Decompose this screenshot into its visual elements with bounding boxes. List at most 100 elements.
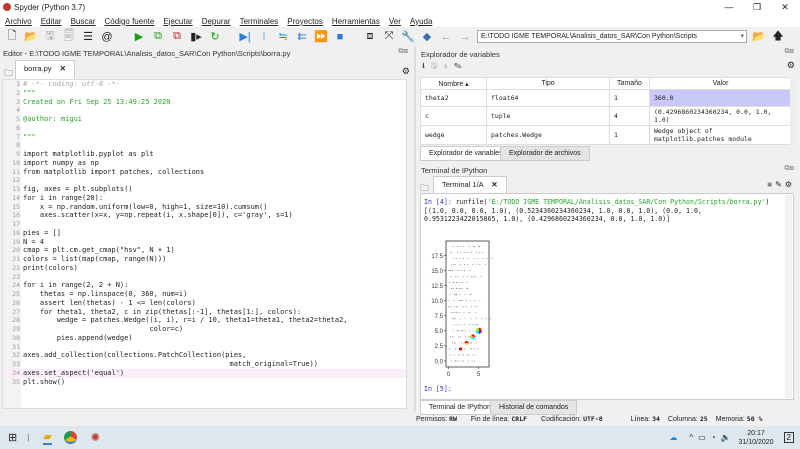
wifi-icon[interactable]: ◔ bbox=[711, 433, 716, 442]
scrollbar[interactable] bbox=[790, 77, 797, 145]
step-return-icon[interactable]: ⇇ bbox=[295, 30, 309, 43]
menu-editar[interactable]: Editar bbox=[41, 17, 62, 26]
gear-icon[interactable]: ⚙ bbox=[402, 66, 410, 77]
menu-codigo-fuente[interactable]: Código fuente bbox=[105, 17, 155, 26]
close-button[interactable]: ✕ bbox=[772, 0, 798, 15]
stop-icon[interactable]: ■ bbox=[767, 180, 775, 189]
save-as-icon[interactable]: ↯ bbox=[444, 61, 454, 70]
menu-ver[interactable]: Ver bbox=[389, 17, 401, 26]
menu-ayuda[interactable]: Ayuda bbox=[410, 17, 433, 26]
chevron-up-icon[interactable]: ^ bbox=[689, 433, 693, 442]
new-file-icon[interactable]: 🗋 bbox=[5, 30, 19, 43]
menu-proyectos[interactable]: Proyectos bbox=[287, 17, 323, 26]
task-view-icon[interactable]: | bbox=[27, 433, 29, 442]
run-cell-advance-icon[interactable]: ⧉ bbox=[170, 30, 184, 43]
table-row[interactable]: c tuple 4 (0.4296860234360234, 0.0, 1.0, 1.… bbox=[420, 106, 792, 126]
chevron-down-icon[interactable]: ▾ bbox=[740, 31, 744, 42]
run-cell-icon[interactable]: ⧉ bbox=[151, 30, 165, 43]
browse-folder-icon[interactable]: 📂 bbox=[752, 30, 766, 43]
windows-start-icon[interactable]: ⊞ bbox=[8, 431, 17, 444]
debug-icon[interactable]: ▶| bbox=[238, 30, 252, 43]
minimize-button[interactable]: — bbox=[716, 0, 742, 15]
pane-undock-close-icons[interactable]: ⧉⊠ bbox=[785, 48, 794, 56]
import-data-icon[interactable]: ⭳ bbox=[422, 61, 431, 70]
open-folder-icon[interactable]: 📂 bbox=[24, 30, 38, 43]
at-icon[interactable]: @ bbox=[100, 30, 114, 43]
eol-value: CRLF bbox=[511, 415, 528, 423]
pane-undock-close-icons[interactable]: ⧉⊠ bbox=[785, 165, 794, 173]
back-icon[interactable]: ← bbox=[439, 30, 453, 43]
scatter-point bbox=[467, 336, 469, 338]
tab-explorador-variables[interactable]: Explorador de variables bbox=[420, 146, 512, 161]
code-text: @author: migui bbox=[23, 115, 83, 123]
maximize-pane-icon[interactable]: ⧈ bbox=[363, 30, 377, 43]
var-name: c bbox=[420, 106, 487, 126]
tab-borra-py[interactable]: borra.py ✕ bbox=[15, 60, 75, 79]
code-editor[interactable]: 1 # -*- coding: utf-8 -*- 2 """ 3 Created on … bbox=[2, 79, 407, 409]
line-number: 21 bbox=[12, 255, 20, 263]
column-header-tamano[interactable]: Tamaño bbox=[609, 77, 650, 90]
menu-terminales[interactable]: Terminales bbox=[240, 17, 279, 26]
code-line: 33 match_original=True)) bbox=[3, 360, 406, 369]
battery-icon[interactable]: ▭ bbox=[698, 433, 706, 442]
pane-undock-close-icons[interactable]: ⧉⊠ bbox=[399, 48, 408, 56]
scatter-point bbox=[458, 288, 460, 290]
column-header-nombre[interactable]: Nombre ▴ bbox=[420, 77, 487, 90]
ipython-console[interactable]: In [4]: runfile('E:/TODO IGME TEMPORAL/A… bbox=[420, 193, 794, 400]
menu-ejecutar[interactable]: Ejecutar bbox=[163, 17, 192, 26]
table-row[interactable]: theta2 float64 1 360.0 bbox=[420, 89, 792, 107]
code-line: 13 fig, axes = plt.subplots() bbox=[3, 185, 406, 194]
scatter-point bbox=[470, 348, 472, 350]
save-icon[interactable]: 🖫 bbox=[43, 30, 57, 43]
menu-archivo[interactable]: Archivo bbox=[5, 17, 32, 26]
tab-terminal-1a[interactable]: Terminal 1/A ✕ bbox=[433, 176, 507, 194]
preferences-wrench-icon[interactable]: 🔧 bbox=[401, 30, 415, 43]
run-selection-icon[interactable]: ▮▸ bbox=[189, 30, 203, 43]
y-tick-label: 17.5 bbox=[431, 254, 443, 260]
list-icon[interactable]: ☰ bbox=[81, 30, 95, 43]
gear-icon[interactable]: ⚙ bbox=[787, 60, 795, 71]
close-tab-icon[interactable]: ✕ bbox=[60, 64, 66, 73]
table-row[interactable]: wedge patches.Wedge 1 Wedge object of matpl… bbox=[420, 125, 792, 145]
spyder-taskbar-icon[interactable]: ✺ bbox=[91, 431, 100, 444]
save-all-icon[interactable]: 🗐 bbox=[62, 30, 76, 43]
onedrive-icon[interactable]: ☁ bbox=[669, 433, 677, 442]
code-line: 18 pies = [] bbox=[3, 229, 406, 238]
save-data-icon[interactable]: 🖫 bbox=[431, 61, 444, 70]
scrollbar[interactable] bbox=[785, 195, 792, 398]
scatter-point bbox=[462, 276, 464, 278]
menu-buscar[interactable]: Buscar bbox=[71, 17, 96, 26]
clock[interactable]: 20:17 31/10/2020 bbox=[739, 429, 774, 447]
close-tab-icon[interactable]: ✕ bbox=[491, 180, 497, 189]
gear-icon[interactable]: ⚙ bbox=[785, 180, 795, 189]
erase-icon[interactable]: ✎ bbox=[775, 180, 785, 189]
parent-directory-icon[interactable]: 🡅 bbox=[771, 30, 785, 43]
erase-icon[interactable]: ✎ bbox=[454, 61, 468, 70]
menu-herramientas[interactable]: Herramientas bbox=[332, 17, 380, 26]
fullscreen-icon[interactable]: ⤧ bbox=[382, 30, 396, 43]
maximize-button[interactable]: ❐ bbox=[744, 0, 770, 15]
run-icon[interactable]: ▶ bbox=[132, 30, 146, 43]
rerun-icon[interactable]: ↻ bbox=[208, 30, 222, 43]
column-header-tipo[interactable]: Tipo bbox=[486, 77, 610, 90]
scatter-point bbox=[458, 336, 460, 338]
step-icon[interactable]: ⁝ bbox=[257, 30, 271, 43]
scatter-point bbox=[486, 257, 488, 259]
volume-icon[interactable]: 🔈 bbox=[721, 433, 731, 442]
column-header-valor[interactable]: Valor bbox=[649, 77, 792, 90]
stop-debug-icon[interactable]: ■ bbox=[333, 30, 347, 43]
step-into-icon[interactable]: ≒ bbox=[276, 30, 290, 43]
python-path-icon[interactable]: ◆ bbox=[420, 30, 434, 43]
working-directory-input[interactable]: E:\TODO IGME TEMPORAL\Analisis_datos_SAR… bbox=[477, 30, 747, 43]
scatter-point bbox=[473, 257, 475, 259]
prompt-in5[interactable]: In [5]: bbox=[424, 385, 452, 394]
chrome-icon[interactable] bbox=[63, 431, 77, 444]
menu-depurar[interactable]: Depurar bbox=[202, 17, 231, 26]
code-text: import matplotlib.pyplot as plt bbox=[23, 150, 154, 158]
forward-icon[interactable]: → bbox=[458, 30, 472, 43]
file-explorer-icon[interactable]: ▰ bbox=[43, 430, 52, 445]
continue-icon[interactable]: ⏩ bbox=[314, 30, 328, 43]
tab-explorador-archivos[interactable]: Explorador de archivos bbox=[500, 146, 590, 161]
notifications-icon[interactable]: 2 bbox=[783, 432, 794, 443]
code-line: 32 axes.add_collection(collections.PatchC… bbox=[3, 351, 406, 360]
